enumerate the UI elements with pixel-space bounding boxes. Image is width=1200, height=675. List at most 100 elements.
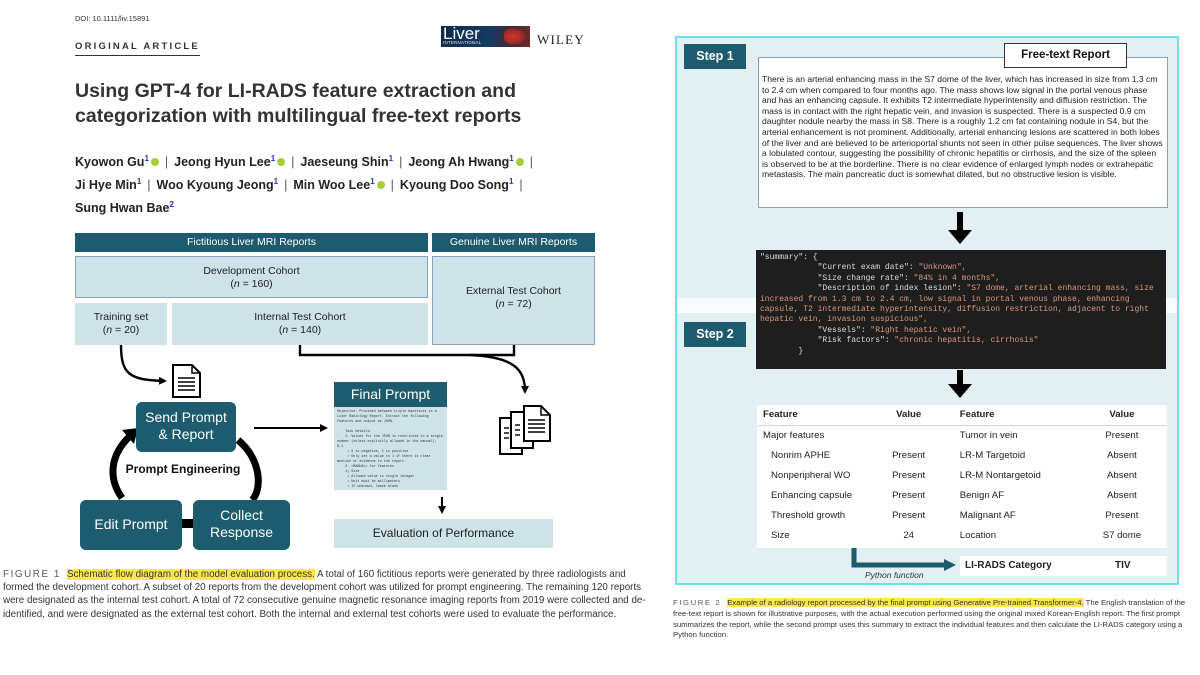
lirads-category-value: TIV (1115, 560, 1131, 571)
development-cohort-n: (n = 160) (230, 278, 273, 290)
training-set-box: Training set (n = 20) (75, 303, 167, 345)
summary-value: "Right hepatic vein", (870, 325, 972, 335)
collect-response-stage: Collect Response (193, 500, 290, 550)
collect-response-line1: Collect (220, 507, 263, 523)
edit-prompt-stage: Edit Prompt (80, 500, 182, 550)
summary-entry: "Vessels": "Right hepatic vein", (760, 325, 972, 335)
step1-down-arrow-icon (948, 212, 972, 244)
feature-cell: Size (771, 529, 790, 541)
value-cell: Present (1105, 509, 1139, 521)
feature-cell: Enhancing capsule (771, 489, 853, 501)
internal-test-cohort-box: Internal Test Cohort (n = 140) (172, 303, 428, 345)
col-feature-1: Feature (757, 405, 864, 426)
summary-key: "Size change rate": (817, 273, 914, 283)
multiple-documents-icon (499, 405, 551, 455)
feature-cell: Threshold growth (771, 509, 846, 521)
internal-test-cohort-n: (n = 140) (278, 324, 322, 336)
value-cell: 24 (903, 529, 915, 541)
report-document-icon (172, 364, 201, 398)
value-cell: Present (892, 489, 926, 501)
feature-cell: LR-M Nontargetoid (959, 469, 1041, 481)
final-prompt-body: Objective: Provided between triple backt… (337, 410, 443, 489)
value-cell (864, 425, 954, 445)
feature-table-row: Threshold growth Present Malignant AF Prese… (757, 505, 1167, 525)
send-prompt-stage: Send Prompt & Report (136, 402, 236, 452)
step2-down-arrow-icon (948, 370, 972, 398)
summary-close-brace: } (798, 346, 804, 356)
feature-cell: Nonperipheral WO (771, 469, 851, 481)
fictitious-reports-header: Fictitious Liver MRI Reports (75, 233, 428, 252)
genuine-reports-header: Genuine Liver MRI Reports (432, 233, 595, 252)
free-text-report-box: There is an arterial enhancing mass in t… (758, 57, 1168, 208)
figure2-caption-highlight: Example of a radiology report processed … (727, 598, 1084, 607)
feature-cell: Malignant AF (959, 509, 1016, 521)
feature-table-row: Size 24 Location S7 dome (757, 525, 1167, 545)
col-value-1: Value (863, 405, 954, 426)
prompt-engineering-label: Prompt Engineering (125, 462, 241, 476)
lirads-category-label: LI-RADS Category (965, 560, 1052, 571)
feature-table-header: Feature Value Feature Value (757, 405, 1167, 426)
summary-entry: "Current exam date": "Unknown", (760, 263, 967, 273)
feature-table: Feature Value Feature Value Major featur… (757, 405, 1167, 548)
summary-root-key: "summary": { (760, 253, 818, 262)
training-to-report-arrow (119, 344, 167, 385)
test-cohorts-to-docs-arrow (469, 353, 529, 394)
value-cell: Present (892, 509, 926, 521)
figure2-caption: FIGURE 2 Example of a radiology report pr… (673, 598, 1188, 641)
summary-entry: "Risk factors": "chronic hepatitis, cirr… (760, 336, 1039, 346)
value-cell: S7 dome (1102, 529, 1142, 541)
step1-badge: Step 1 (684, 44, 746, 69)
step2-badge: Step 2 (684, 322, 746, 347)
value-cell: Absent (1106, 469, 1137, 481)
feature-cell: Benign AF (959, 489, 1005, 501)
summary-entry: "Size change rate": "84% in 4 months", (760, 274, 1000, 283)
feature-table-row: Major features Tumor in vein Present (757, 425, 1167, 445)
send-prompt-line2: & Report (158, 426, 214, 442)
internal-test-cohort-label: Internal Test Cohort (254, 311, 346, 323)
summary-key: "Risk factors": (817, 336, 895, 346)
final-prompt-title: Final Prompt (334, 382, 447, 407)
summary-entry: "Description of index lesion": "S7 dome,… (760, 284, 1158, 324)
training-set-n: (n = 20) (102, 324, 140, 336)
training-set-label: Training set (93, 311, 149, 323)
test-cohorts-bracket (298, 345, 516, 357)
col-value-2: Value (1076, 405, 1167, 426)
evaluation-box: Evaluation of Performance (334, 519, 553, 548)
summary-value: "84% in 4 months", (913, 273, 1001, 283)
summary-json-block: "summary": { "Current exam date": "Unkno… (756, 250, 1166, 369)
value-cell: Present (1105, 429, 1139, 441)
summary-key: "Description of index lesion": (817, 284, 967, 294)
feature-table-row: Enhancing capsule Present Benign AF Absent (757, 485, 1167, 505)
figure1-label: FIGURE 1 (3, 569, 61, 580)
col-feature-2: Feature (953, 405, 1077, 426)
summary-value: "Unknown", (918, 263, 967, 273)
value-cell: Absent (1106, 449, 1137, 461)
external-test-cohort-n: (n = 72) (495, 298, 532, 310)
lirads-category-box: LI-RADS Category TIV (960, 556, 1167, 576)
development-cohort-label: Development Cohort (203, 265, 300, 277)
feature-cell: Tumor in vein (959, 429, 1018, 441)
feature-table-row: Nonperipheral WO Present LR-M Nontargetoid… (757, 465, 1167, 485)
value-cell: Present (892, 449, 926, 461)
feature-cell: LR-M Targetoid (959, 449, 1026, 461)
value-cell: Present (892, 469, 926, 481)
summary-value: "chronic hepatitis, cirrhosis" (894, 336, 1039, 346)
collect-response-line2: Response (209, 524, 274, 540)
external-test-cohort-box: External Test Cohort (n = 72) (432, 256, 595, 345)
feature-cell: Nonrim APHE (771, 449, 831, 461)
figure2-label: FIGURE 2 (673, 598, 722, 607)
feature-cell: Location (959, 529, 997, 541)
figure1-caption-highlight: Schematic flow diagram of the model eval… (66, 569, 315, 580)
development-cohort-box: Development Cohort (n = 160) (75, 256, 428, 298)
free-text-report-title: Free-text Report (1004, 43, 1127, 68)
figure1-caption: FIGURE 1 Schematic flow diagram of the mo… (3, 568, 653, 621)
feature-table-row: Nonrim APHE Present LR-M Targetoid Absent (757, 445, 1167, 465)
external-test-cohort-label: External Test Cohort (466, 285, 561, 297)
final-prompt-box: Final Prompt Objective: Provided between… (334, 382, 447, 490)
summary-key: "Vessels": (817, 325, 871, 335)
feature-cell: Major features (763, 429, 825, 441)
value-cell: Absent (1106, 489, 1137, 501)
summary-key: "Current exam date": (817, 263, 919, 273)
python-function-label: Python function (865, 570, 924, 580)
send-prompt-line1: Send Prompt (145, 409, 227, 425)
